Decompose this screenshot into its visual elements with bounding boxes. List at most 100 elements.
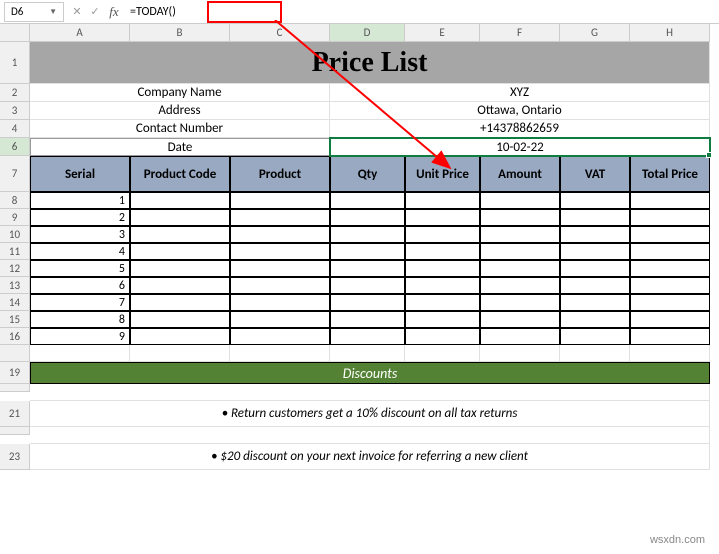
serial-cell[interactable]: 8 [30, 311, 130, 328]
row-header[interactable]: 16 [0, 328, 30, 345]
data-cell[interactable] [560, 209, 630, 226]
serial-cell[interactable]: 3 [30, 226, 130, 243]
header-amount[interactable]: Amount [480, 156, 560, 192]
data-cell[interactable] [130, 192, 230, 209]
row-header-3[interactable]: 3 [0, 102, 30, 120]
data-cell[interactable] [130, 294, 230, 311]
data-cell[interactable] [405, 260, 480, 277]
chevron-down-icon[interactable]: ▼ [49, 7, 57, 17]
data-cell[interactable] [230, 294, 330, 311]
empty-cell[interactable] [30, 384, 710, 401]
fx-icon[interactable]: fx [104, 4, 124, 20]
empty-cell[interactable] [405, 345, 480, 362]
data-cell[interactable] [405, 192, 480, 209]
empty-cell[interactable] [30, 345, 130, 362]
data-cell[interactable] [630, 277, 710, 294]
row-header[interactable]: 10 [0, 226, 30, 243]
data-cell[interactable] [480, 260, 560, 277]
row-header-5[interactable]: 6 [0, 138, 30, 156]
row-header-4[interactable]: 4 [0, 120, 30, 138]
name-box[interactable]: D6 ▼ [4, 2, 64, 22]
company-label[interactable]: Company Name [30, 84, 330, 102]
row-header-7[interactable]: 7 [0, 156, 30, 192]
data-cell[interactable] [630, 328, 710, 345]
row-header[interactable]: 15 [0, 311, 30, 328]
data-cell[interactable] [480, 328, 560, 345]
data-cell[interactable] [330, 328, 405, 345]
empty-cell[interactable] [560, 345, 630, 362]
data-cell[interactable] [330, 243, 405, 260]
data-cell[interactable] [480, 192, 560, 209]
data-cell[interactable] [560, 260, 630, 277]
data-cell[interactable] [130, 277, 230, 294]
row-header-2[interactable]: 2 [0, 84, 30, 102]
serial-cell[interactable]: 7 [30, 294, 130, 311]
address-value[interactable]: Ottawa, Ontario [330, 102, 710, 120]
row-header[interactable]: 19 [0, 362, 30, 384]
empty-cell[interactable] [480, 345, 560, 362]
serial-cell[interactable]: 4 [30, 243, 130, 260]
data-cell[interactable] [630, 260, 710, 277]
data-cell[interactable] [130, 226, 230, 243]
data-cell[interactable] [230, 260, 330, 277]
data-cell[interactable] [405, 311, 480, 328]
empty-cell[interactable] [30, 427, 710, 444]
data-cell[interactable] [560, 294, 630, 311]
empty-cell[interactable] [230, 345, 330, 362]
serial-cell[interactable]: 5 [30, 260, 130, 277]
data-cell[interactable] [405, 277, 480, 294]
data-cell[interactable] [330, 226, 405, 243]
data-cell[interactable] [560, 243, 630, 260]
row-header[interactable]: 11 [0, 243, 30, 260]
row-header[interactable]: 12 [0, 260, 30, 277]
data-cell[interactable] [630, 243, 710, 260]
col-header-b[interactable]: B [130, 24, 230, 42]
header-vat[interactable]: VAT [560, 156, 630, 192]
data-cell[interactable] [230, 226, 330, 243]
data-cell[interactable] [405, 209, 480, 226]
data-cell[interactable] [330, 277, 405, 294]
col-header-h[interactable]: H [630, 24, 710, 42]
data-cell[interactable] [230, 192, 330, 209]
data-cell[interactable] [480, 243, 560, 260]
data-cell[interactable] [230, 311, 330, 328]
company-value[interactable]: XYZ [330, 84, 710, 102]
address-label[interactable]: Address [30, 102, 330, 120]
data-cell[interactable] [560, 328, 630, 345]
data-cell[interactable] [405, 243, 480, 260]
discounts-header[interactable]: Discounts [30, 362, 710, 384]
fill-handle[interactable] [706, 152, 712, 158]
discount-line-1[interactable]: • Return customers get a 10% discount on… [30, 401, 710, 427]
data-cell[interactable] [405, 328, 480, 345]
date-value[interactable]: 10-02-22 [330, 138, 710, 156]
col-header-c[interactable]: C [230, 24, 330, 42]
empty-cell[interactable] [630, 345, 710, 362]
data-cell[interactable] [230, 328, 330, 345]
data-cell[interactable] [405, 226, 480, 243]
select-all-corner[interactable] [0, 24, 30, 42]
data-cell[interactable] [630, 192, 710, 209]
formula-input[interactable]: =TODAY() [124, 3, 719, 21]
row-header-1[interactable]: 1 [0, 42, 30, 84]
serial-cell[interactable]: 9 [30, 328, 130, 345]
data-cell[interactable] [230, 209, 330, 226]
row-header[interactable]: 14 [0, 294, 30, 311]
row-header[interactable]: 8 [0, 192, 30, 209]
data-cell[interactable] [480, 294, 560, 311]
data-cell[interactable] [480, 311, 560, 328]
data-cell[interactable] [230, 277, 330, 294]
empty-cell[interactable] [130, 345, 230, 362]
data-cell[interactable] [230, 243, 330, 260]
col-header-f[interactable]: F [480, 24, 560, 42]
serial-cell[interactable]: 2 [30, 209, 130, 226]
page-title[interactable]: Price List [30, 42, 710, 84]
data-cell[interactable] [130, 243, 230, 260]
data-cell[interactable] [405, 294, 480, 311]
data-cell[interactable] [330, 311, 405, 328]
col-header-e[interactable]: E [405, 24, 480, 42]
header-product-code[interactable]: Product Code [130, 156, 230, 192]
row-header[interactable]: 23 [0, 444, 30, 470]
serial-cell[interactable]: 1 [30, 192, 130, 209]
col-header-d[interactable]: D [330, 24, 405, 42]
serial-cell[interactable]: 6 [30, 277, 130, 294]
